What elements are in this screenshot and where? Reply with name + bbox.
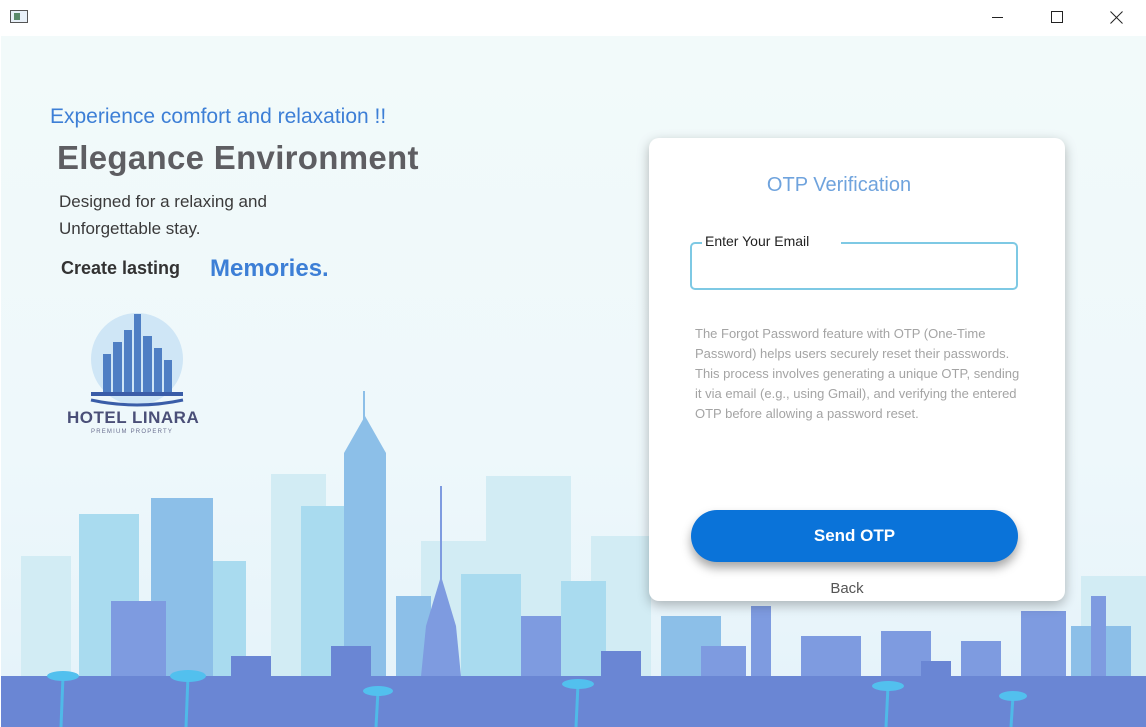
back-link[interactable]: Back: [819, 580, 875, 597]
hero-headline: Elegance Environment: [57, 139, 419, 176]
hero-tagline: Experience comfort and relaxation !!: [50, 105, 387, 128]
minimize-button[interactable]: [968, 0, 1026, 34]
otp-card-title: OTP Verification: [766, 174, 912, 196]
send-otp-button[interactable]: Send OTP: [691, 510, 1018, 562]
email-field-label: Enter Your Email: [702, 233, 842, 249]
hero-cta-emphasis: Memories.: [210, 255, 329, 282]
hero-cta-prefix: Create lasting: [61, 258, 181, 278]
minimize-icon: [991, 16, 1003, 18]
hero-description-line-1: Designed for a relaxing and: [59, 192, 267, 211]
title-bar: [0, 0, 1146, 34]
close-button[interactable]: [1087, 0, 1145, 34]
maximize-button[interactable]: [1028, 0, 1086, 34]
email-input[interactable]: [690, 242, 1018, 290]
hotel-logo-subtitle: PREMIUM PROPERTY: [91, 429, 174, 435]
login-background: Experience comfort and relaxation !! Ele…: [1, 36, 1146, 727]
app-window-icon: [10, 10, 28, 23]
maximize-icon: [1051, 11, 1063, 23]
hotel-logo-name: HOTEL LINARA: [67, 408, 200, 427]
otp-verification-card: OTP Verification Enter Your Email The Fo…: [649, 138, 1065, 601]
hero-description-line-2: Unforgettable stay.: [59, 219, 201, 238]
close-icon: [1110, 11, 1123, 24]
otp-info-text: The Forgot Password feature with OTP (On…: [695, 326, 1020, 421]
